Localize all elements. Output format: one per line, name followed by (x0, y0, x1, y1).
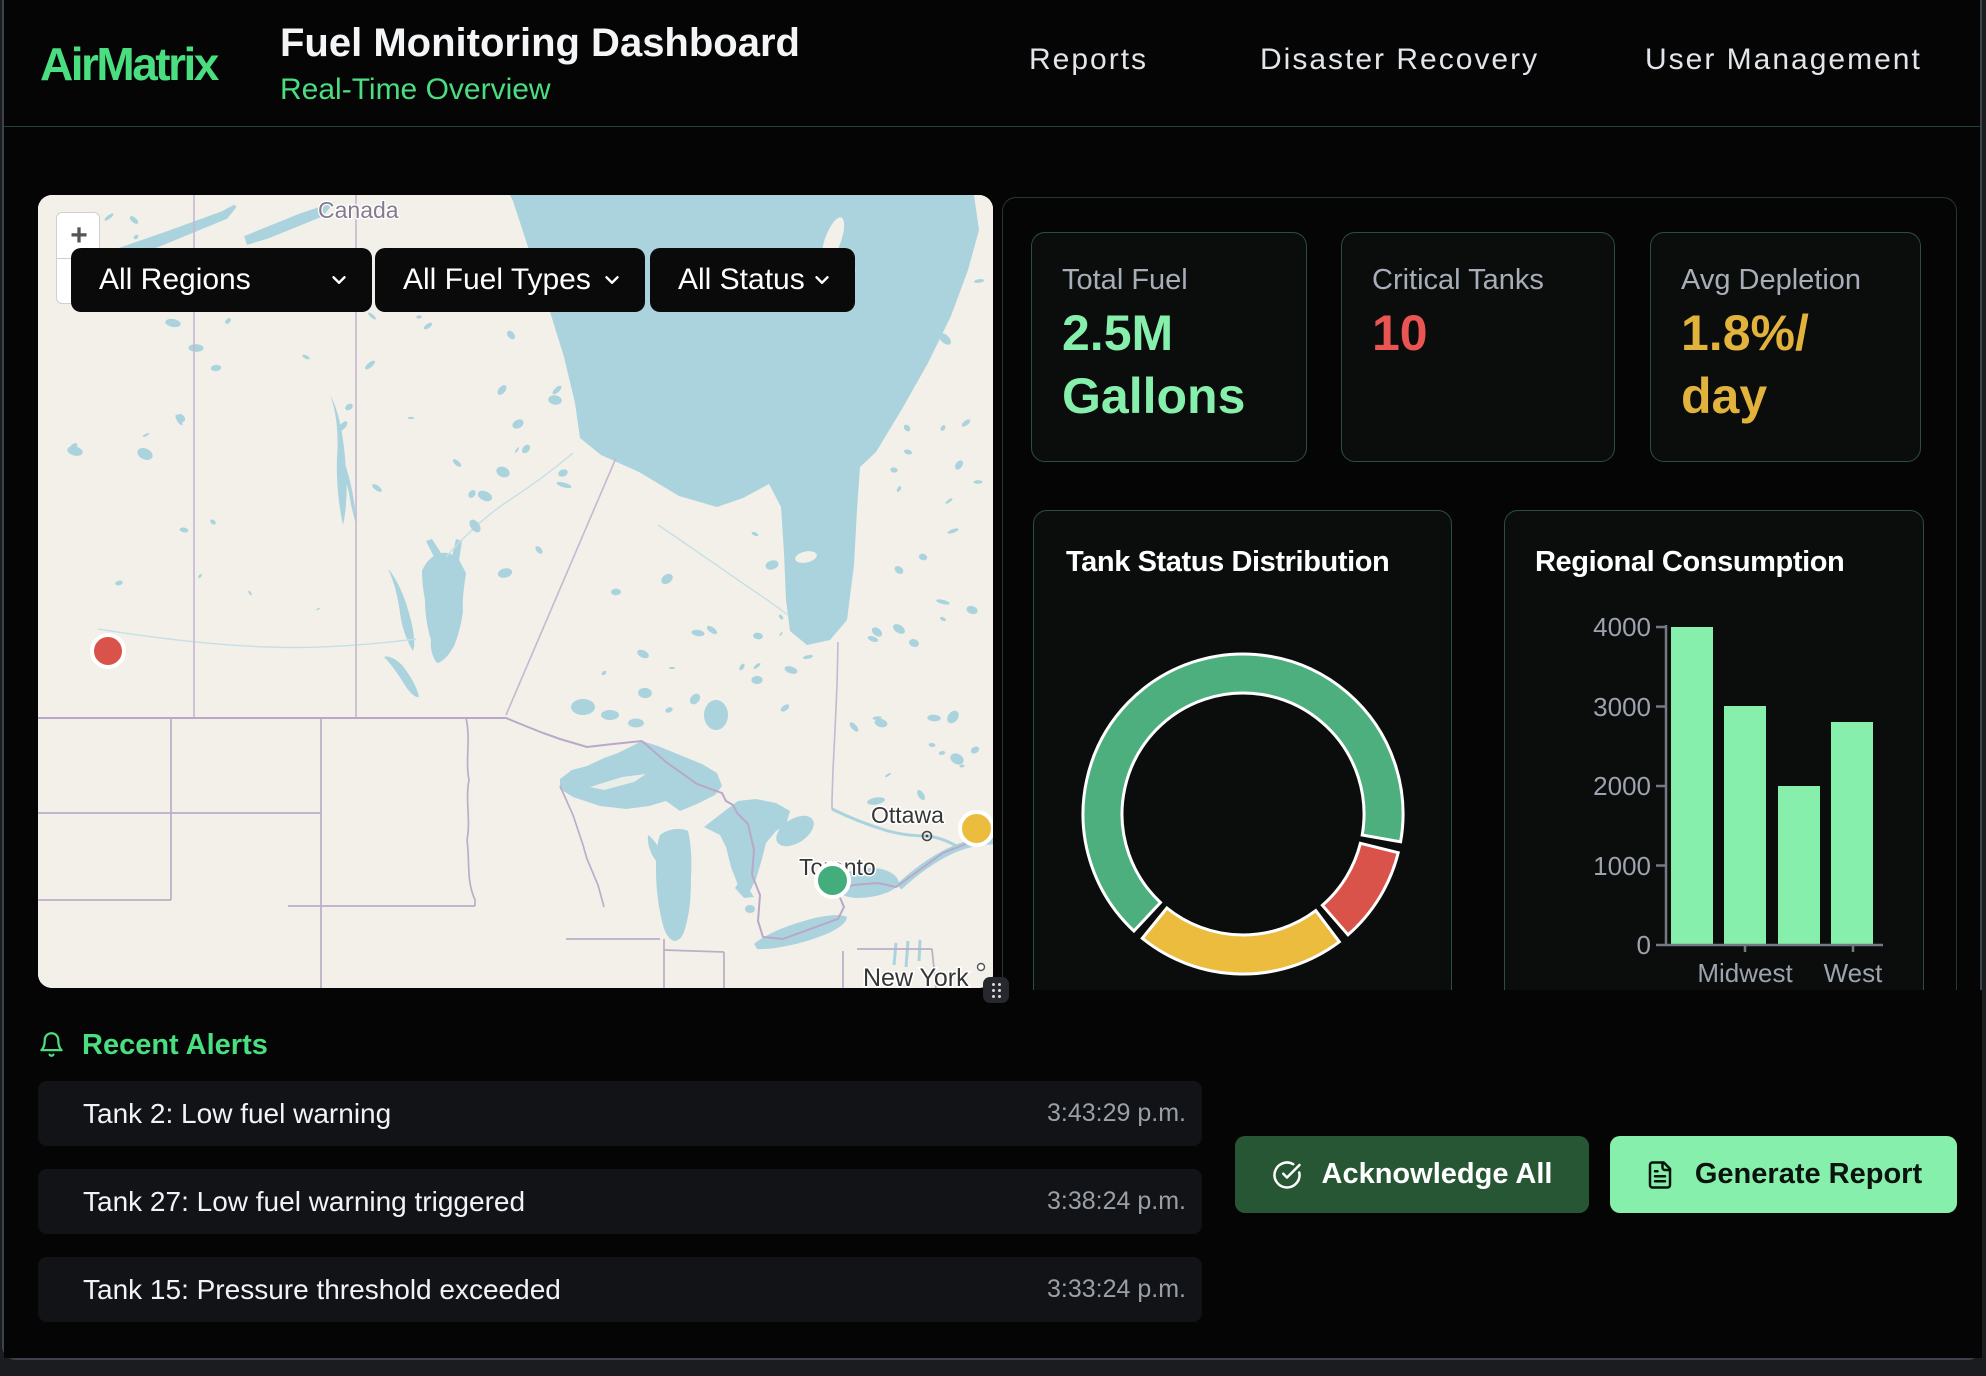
svg-text:Ottawa: Ottawa (871, 802, 944, 828)
svg-text:4000: 4000 (1593, 612, 1651, 642)
svg-text:1000: 1000 (1593, 851, 1651, 881)
svg-text:3000: 3000 (1593, 692, 1651, 722)
svg-text:West: West (1824, 958, 1884, 988)
svg-text:Midwest: Midwest (1697, 958, 1793, 988)
svg-text:0: 0 (1637, 930, 1651, 960)
svg-text:2000: 2000 (1593, 771, 1651, 801)
svg-text:Canada: Canada (318, 197, 399, 223)
svg-text:New York: New York (863, 964, 969, 988)
